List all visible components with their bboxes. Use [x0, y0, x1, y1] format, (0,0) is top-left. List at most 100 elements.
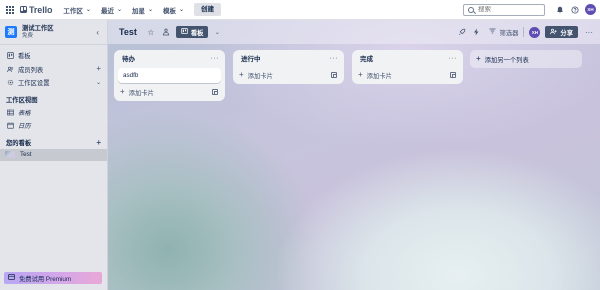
premium-icon [8, 274, 15, 282]
card-template-icon[interactable] [212, 89, 218, 95]
list-card[interactable]: asdfb [118, 68, 221, 83]
trello-logo[interactable]: Trello [20, 4, 53, 15]
sidebar-item-table[interactable]: 表格 [0, 106, 107, 120]
list-in-progress: 进行中 ··· + 添加卡片 [233, 50, 344, 84]
nav-left: Trello 工作区 ⌄ 最近 ⌄ 加星 ⌄ 模板 ⌄ 创建 [0, 0, 222, 20]
sidebar-item-boards[interactable]: 看板 [0, 49, 107, 63]
menu-starred-label: 加星 [131, 7, 145, 15]
menu-recent-label: 最近 [100, 7, 114, 15]
list-header: 完成 ··· [352, 50, 463, 66]
filter-label: 筛选器 [499, 29, 519, 37]
board-title[interactable]: Test [119, 27, 137, 37]
header-divider [523, 27, 525, 37]
settings-icon [6, 79, 14, 86]
table-icon [6, 109, 14, 116]
chevron-down-icon: ⌄ [147, 7, 154, 13]
sidebar-board-label: Test [20, 151, 32, 158]
workspace-info: 测试工作区 免费 [22, 25, 53, 40]
chevron-down-icon: ⌄ [179, 7, 185, 13]
plus-icon: + [358, 70, 363, 79]
list-header: 进行中 ··· [233, 50, 344, 66]
chevron-down-icon: ⌄ [116, 7, 122, 13]
board-header: Test ☆ 看板 ⌄ 筛选器 XH 分享 ··· [108, 20, 600, 44]
menu-recent[interactable]: 最近 ⌄ [96, 3, 127, 17]
share-label: 分享 [560, 29, 573, 37]
menu-starred[interactable]: 加星 ⌄ [127, 3, 158, 17]
sidebar-board-test[interactable]: Test [0, 148, 107, 161]
list-footer: + 添加卡片 [352, 66, 463, 84]
collapse-sidebar-icon[interactable]: ‹ [96, 28, 99, 37]
workspace-avatar: 测 [5, 26, 17, 38]
sidebar-item-label: 成员列表 [18, 66, 44, 74]
add-board-icon[interactable]: + [96, 138, 101, 147]
chevron-down-icon[interactable]: ⌄ [96, 79, 101, 87]
more-options-icon[interactable]: ··· [583, 26, 595, 38]
sidebar-item-label: 工作区设置 [18, 80, 50, 88]
card-template-icon[interactable] [331, 72, 337, 78]
visibility-icon[interactable] [160, 26, 172, 38]
share-button[interactable]: 分享 [545, 26, 578, 38]
chevron-down-icon[interactable]: ⌄ [211, 26, 223, 38]
list-more-icon[interactable]: ··· [449, 55, 458, 62]
list-more-icon[interactable]: ··· [211, 55, 220, 62]
member-avatar[interactable]: XH [529, 26, 541, 38]
list-done: 完成 ··· + 添加卡片 [352, 50, 463, 84]
list-title[interactable]: 进行中 [241, 53, 261, 63]
search-input[interactable] [478, 6, 538, 13]
add-list-button[interactable]: + 添加另一个列表 [470, 50, 582, 68]
list-footer: + 添加卡片 [233, 66, 344, 84]
add-person-icon [550, 28, 558, 37]
app-switcher-icon[interactable] [4, 4, 16, 16]
automation-bolt-icon[interactable] [471, 26, 483, 38]
board-canvas: Test ☆ 看板 ⌄ 筛选器 XH 分享 ··· 待办 ··· asdfb +… [108, 20, 600, 290]
list-more-icon[interactable]: ··· [330, 55, 339, 62]
search-box[interactable] [463, 3, 545, 16]
help-icon[interactable] [569, 4, 581, 16]
search-icon [468, 6, 474, 13]
sidebar-item-label: 表格 [18, 109, 31, 117]
board-header-right: 筛选器 XH 分享 ··· [453, 26, 600, 38]
sidebar-item-members[interactable]: 成员列表 + [0, 63, 107, 77]
sidebar-item-settings[interactable]: 工作区设置 ⌄ [0, 76, 107, 90]
top-navigation: Trello 工作区 ⌄ 最近 ⌄ 加星 ⌄ 模板 ⌄ 创建 XH [0, 0, 600, 20]
add-card-button[interactable]: 添加卡片 [129, 88, 154, 97]
menu-workspaces-label: 工作区 [63, 7, 83, 15]
notifications-bell-icon[interactable] [554, 4, 566, 16]
rocket-icon[interactable] [456, 26, 468, 38]
card-template-icon[interactable] [450, 72, 456, 78]
create-button[interactable]: 创建 [194, 3, 222, 16]
star-icon[interactable]: ☆ [145, 26, 157, 38]
sidebar-item-calendar[interactable]: 日历 [0, 119, 107, 133]
members-icon [6, 66, 14, 73]
list-footer: + 添加卡片 [114, 83, 225, 101]
sidebar-item-label: 日历 [18, 123, 31, 131]
workspace-name[interactable]: 测试工作区 [22, 25, 53, 33]
trello-logo-icon [20, 6, 27, 13]
list-todo: 待办 ··· asdfb + 添加卡片 [114, 50, 225, 101]
board-view-button[interactable]: 看板 [175, 26, 209, 38]
premium-label: 免费试用 Premium [19, 275, 72, 283]
add-card-button[interactable]: 添加卡片 [367, 71, 392, 80]
workspace-header: 测 测试工作区 免费 ‹ [0, 20, 107, 45]
workspace-views-heading: 工作区视图 [0, 93, 107, 106]
add-member-icon[interactable]: + [96, 65, 101, 73]
menu-templates[interactable]: 模板 ⌄ [158, 3, 189, 17]
menu-templates-label: 模板 [163, 7, 177, 15]
list-title[interactable]: 待办 [122, 53, 135, 63]
sidebar: 测 测试工作区 免费 ‹ 看板 成员列表 + 工作区设置 ⌄ 工作区视图 表格 [0, 20, 108, 290]
logo-text: Trello [29, 4, 53, 15]
board-view-label: 看板 [190, 29, 204, 37]
plus-icon: + [239, 70, 244, 79]
premium-trial-button[interactable]: 免费试用 Premium [4, 272, 102, 284]
menu-workspaces[interactable]: 工作区 ⌄ [58, 3, 96, 17]
sidebar-item-label: 看板 [18, 53, 31, 61]
add-card-button[interactable]: 添加卡片 [248, 71, 273, 80]
workspace-plan: 免费 [22, 32, 34, 39]
nav-right: XH [463, 0, 600, 20]
user-avatar[interactable]: XH [585, 4, 596, 15]
calendar-icon [6, 122, 14, 129]
list-title[interactable]: 完成 [360, 53, 373, 63]
board-thumbnail [5, 151, 15, 158]
filter-button[interactable]: 筛选器 [489, 28, 519, 37]
plus-icon: + [476, 54, 481, 63]
